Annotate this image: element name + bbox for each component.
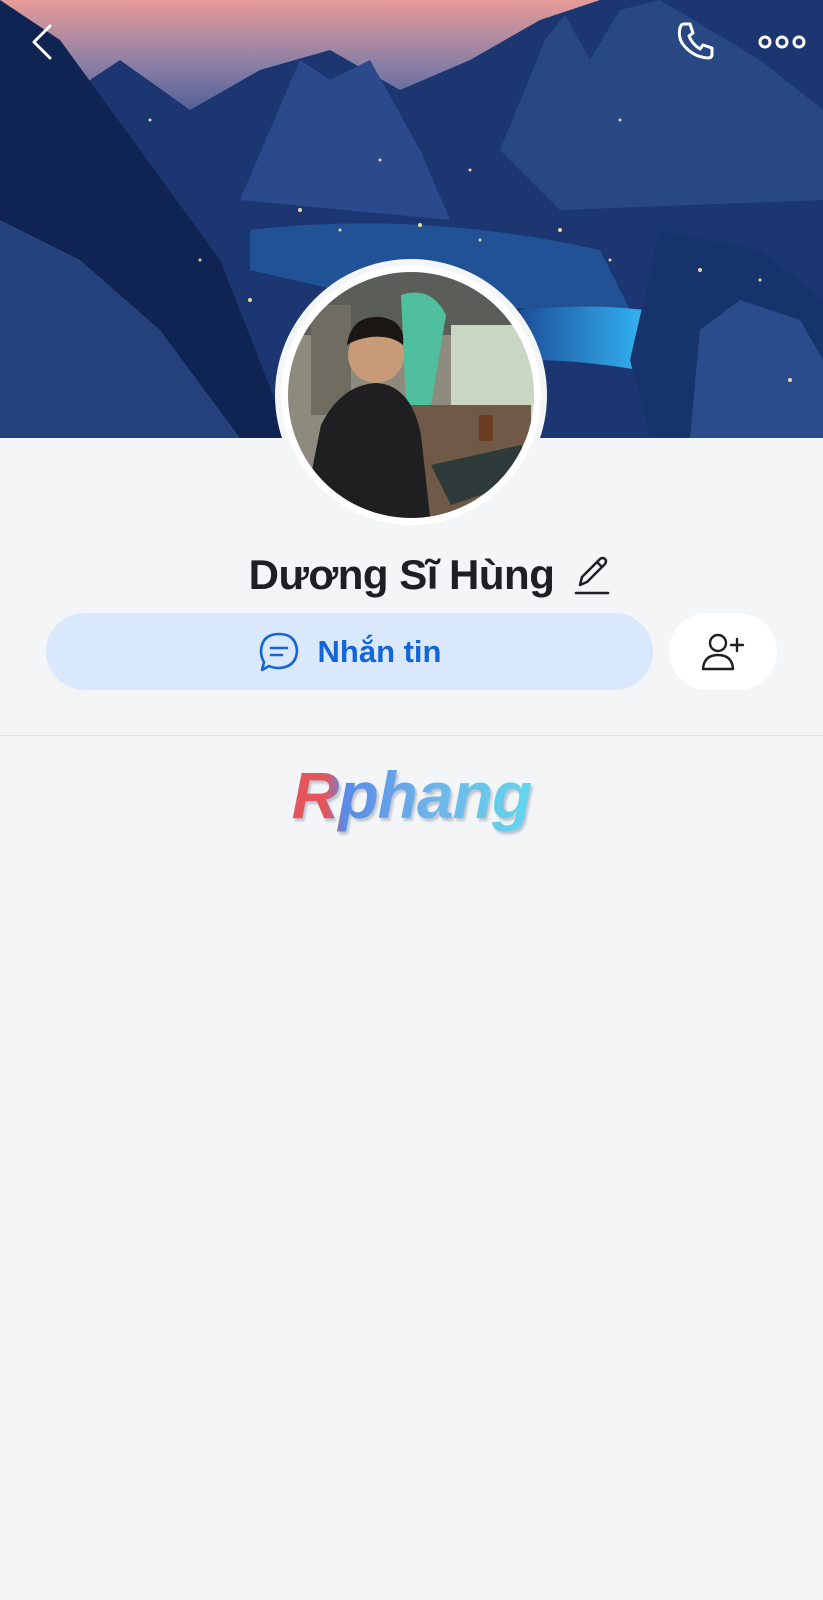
more-horizontal-icon	[758, 35, 806, 49]
call-button[interactable]	[672, 18, 720, 66]
back-button[interactable]	[20, 18, 68, 66]
edit-name-button[interactable]	[572, 553, 612, 597]
message-button[interactable]: Nhắn tin	[46, 613, 653, 690]
add-user-icon	[701, 633, 745, 670]
message-button-label: Nhắn tin	[317, 633, 442, 669]
profile-name: Dương Sĩ Hùng	[248, 551, 555, 598]
brand-watermark: Rphang	[0, 758, 823, 832]
chevron-left-icon	[32, 24, 52, 60]
brand-logo-text: Rphang	[291, 758, 533, 832]
profile-name-row: Dương Sĩ Hùng	[0, 545, 823, 605]
chat-bubble-icon	[259, 632, 298, 671]
more-button[interactable]	[756, 18, 808, 66]
pencil-icon	[575, 556, 610, 595]
avatar[interactable]	[281, 265, 541, 525]
phone-icon	[677, 22, 714, 60]
section-divider	[0, 735, 823, 736]
profile-photo	[281, 265, 541, 525]
add-friend-button[interactable]	[669, 613, 777, 690]
